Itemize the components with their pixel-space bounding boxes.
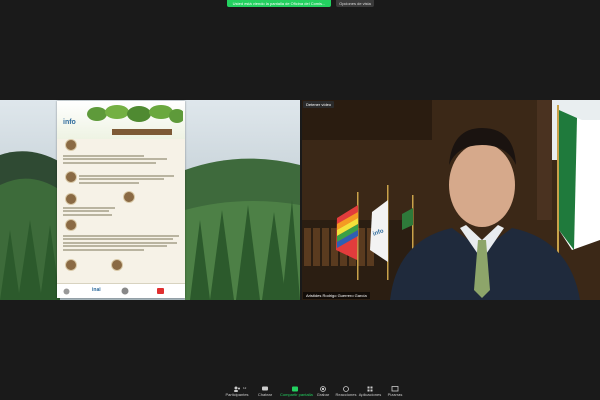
text-block	[63, 205, 179, 217]
share-screen-button[interactable]: Compartir pantalla	[280, 386, 313, 397]
view-options-button[interactable]: Opciones de vista	[336, 0, 374, 7]
section-icon	[65, 139, 77, 151]
meeting-toolbar: Participantes 12 Chatear Compartir panta…	[0, 385, 600, 400]
section-icon	[65, 219, 77, 231]
leaves-decoration-icon	[87, 105, 183, 123]
infographic-header: info	[57, 101, 185, 139]
video-frame	[302, 100, 600, 300]
text-block	[79, 173, 179, 185]
participant-count: 12	[243, 386, 247, 390]
infographic-title-banner	[112, 129, 172, 135]
inai-logo: inai	[92, 287, 101, 293]
screen-share-banner[interactable]: Usted está viendo la pantalla de Oficina…	[227, 0, 331, 7]
flag-info-text	[370, 228, 371, 229]
participants-label: Participantes	[225, 392, 249, 397]
section-icon	[111, 259, 123, 271]
whiteboard-label: Pizarras	[387, 392, 403, 397]
participants-button[interactable]: Participantes	[222, 386, 252, 397]
stop-video-button[interactable]: Detener vídeo	[303, 101, 335, 108]
seal-icon	[121, 287, 129, 295]
section-icon	[65, 171, 77, 183]
share-screen-label: Compartir pantalla	[280, 392, 313, 397]
youtube-icon	[157, 288, 164, 294]
info-logo: info	[63, 119, 76, 126]
speaker-icon	[63, 288, 70, 295]
chat-label: Chatear	[257, 392, 273, 397]
text-block	[63, 153, 179, 165]
chat-button[interactable]: Chatear	[250, 386, 280, 397]
section-icon	[65, 259, 77, 271]
infographic-document: info inai	[57, 101, 185, 298]
infographic-footer: inai	[57, 283, 185, 298]
section-icon	[123, 191, 135, 203]
participant-name-label: Aristides Rodrigo Guerrero García	[303, 292, 370, 299]
text-block	[63, 233, 179, 252]
whiteboard-button[interactable]: Pizarras	[380, 386, 410, 397]
section-icon	[65, 193, 77, 205]
participant-video	[302, 100, 600, 300]
